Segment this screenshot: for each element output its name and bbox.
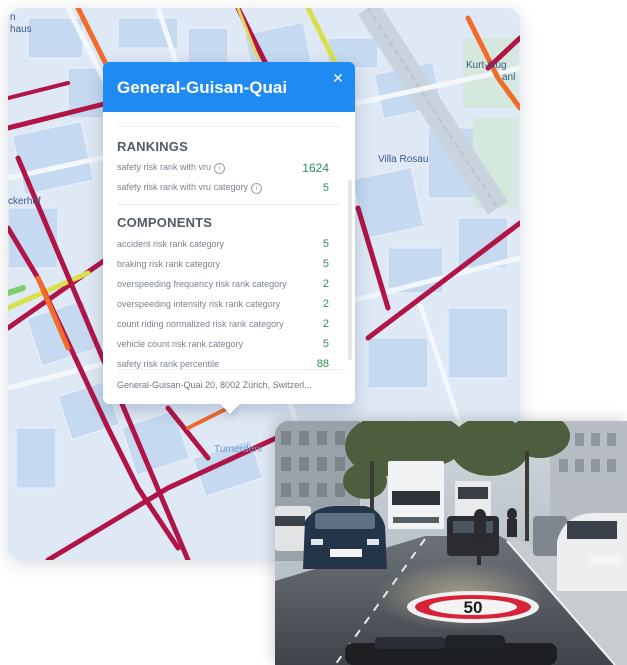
map-label-top-left-2: haus: [10, 24, 32, 35]
map-label-top-left: n: [10, 12, 16, 23]
component-row: overspeeding frequency risk rank categor…: [117, 274, 341, 294]
row-label: count riding normalized risk rank catego…: [117, 319, 284, 329]
popup-body[interactable]: RANKINGS safety risk rank with vru i 1624…: [103, 112, 355, 374]
row-label: overspeeding intensity risk rank categor…: [117, 299, 281, 309]
row-value: 5: [322, 182, 329, 194]
component-row: braking risk rank category 5: [117, 254, 341, 274]
row-value: 2: [322, 278, 329, 290]
map-label-top-right: Kurt-Gug: [466, 60, 507, 71]
rankings-heading: RANKINGS: [117, 139, 188, 154]
info-icon[interactable]: i: [251, 182, 263, 194]
peek-row: [117, 112, 341, 127]
row-value: 5: [322, 338, 329, 350]
street-photo: 50: [275, 421, 627, 665]
map-label-top-right-2: anl: [502, 72, 516, 83]
row-label: braking risk rank category: [117, 259, 221, 269]
row-value: 2: [322, 318, 329, 330]
component-row: vehicle count risk rank category 5: [117, 334, 341, 354]
ranking-row: safety risk rank with vru i 1624: [117, 158, 341, 178]
row-label: accident risk rank category: [117, 239, 225, 249]
speed-sign-text: 50: [464, 598, 483, 617]
license-plate: [330, 549, 362, 557]
close-icon[interactable]: ✕: [331, 71, 345, 85]
components-heading: COMPONENTS: [117, 215, 213, 230]
address-text: General-Guisan-Quai 20, 8002 Zürich, Swi…: [117, 369, 345, 390]
popup-header: General-Guisan-Quai ✕: [103, 62, 355, 112]
row-value: 5: [322, 258, 329, 270]
map-label-villa-rosau: Villa Rosau: [378, 154, 429, 165]
row-value: 1624: [302, 161, 329, 175]
row-label: safety risk rank percentile: [117, 359, 220, 369]
row-label: vehicle count risk rank category: [117, 339, 244, 349]
row-label: safety risk rank with vru: [117, 162, 212, 173]
row-label: safety risk rank with vru category: [117, 182, 249, 193]
popup-scrollbar[interactable]: [348, 180, 352, 360]
street-scene: 50: [275, 421, 627, 665]
row-value: 5: [322, 238, 329, 250]
component-row: overspeeding intensity risk rank categor…: [117, 294, 341, 314]
row-value: 2: [322, 298, 329, 310]
map-label-left: ckerhof: [8, 196, 41, 207]
popup-title: General-Guisan-Quai: [117, 78, 288, 97]
divider: [117, 204, 341, 205]
segment-popup: General-Guisan-Quai ✕ RANKINGS safety ri…: [103, 62, 355, 414]
component-row: count riding normalized risk rank catego…: [117, 314, 341, 334]
row-label: overspeeding frequency risk rank categor…: [117, 279, 287, 289]
component-row: accident risk rank category 5: [117, 234, 341, 254]
info-icon[interactable]: i: [214, 162, 226, 174]
map-label-bottom: Turnerdeni: [214, 444, 262, 455]
ranking-row: safety risk rank with vru category i 5: [117, 178, 341, 198]
